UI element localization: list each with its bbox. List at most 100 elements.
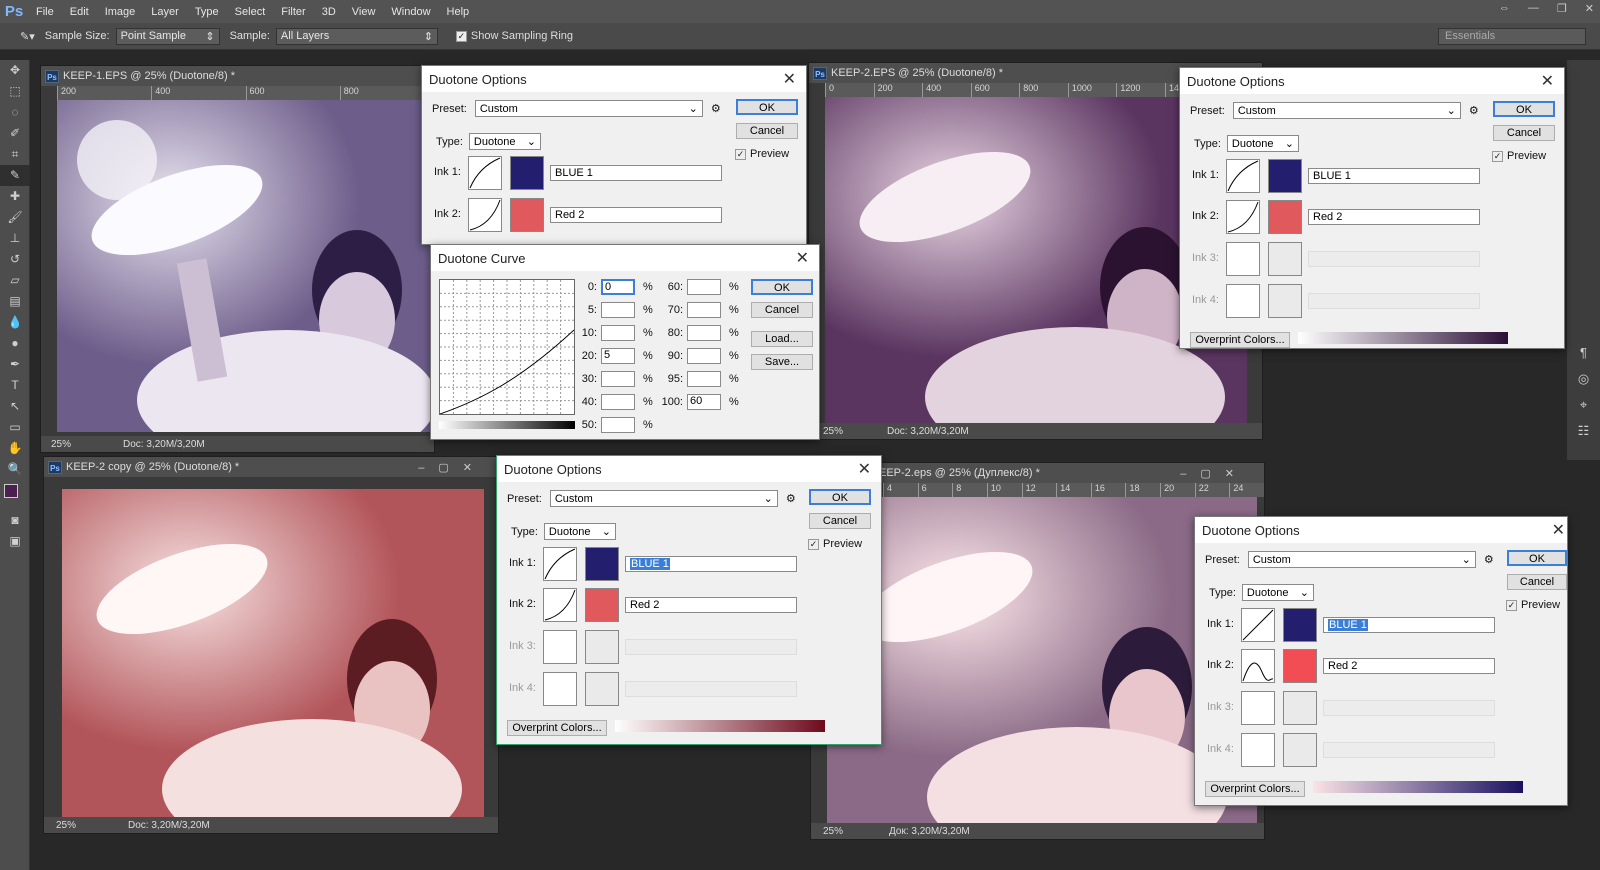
curve-field-input[interactable] (601, 325, 635, 341)
preset-select[interactable]: Custom ⌄ (1247, 551, 1476, 568)
preview-toggle[interactable]: ✓ Preview (1492, 150, 1546, 162)
panel-icon[interactable]: ¶ (1567, 340, 1600, 366)
curve-field-input[interactable] (601, 371, 635, 387)
checkbox-icon[interactable]: ✓ (735, 148, 746, 160)
ink1-name-field[interactable]: BLUE 1 (550, 165, 722, 181)
window-buttons[interactable]: –▢✕ (418, 461, 486, 474)
healing-tool-icon[interactable]: ✚ (0, 186, 30, 207)
ink1-name-field[interactable]: BLUE 1 (625, 556, 797, 572)
duotone-options-dialog-3[interactable]: Duotone Options ✕ Preset: Custom ⌄ ⚙ OK Ca… (496, 455, 882, 745)
zoom-level[interactable]: 25% (56, 820, 76, 831)
cancel-button[interactable]: Cancel (736, 123, 798, 139)
preview-toggle[interactable]: ✓ Preview (735, 148, 789, 160)
channels-icon[interactable]: ☷ (1567, 418, 1600, 444)
menu-type[interactable]: Type (187, 6, 227, 18)
preset-select[interactable]: Custom ⌄ (1232, 102, 1461, 119)
ink1-curve-button[interactable] (1226, 159, 1260, 193)
document-tab[interactable]: Ps KEEP-2 copy @ 25% (Duotone/8) * –▢✕ (44, 457, 498, 477)
photo-canvas[interactable] (62, 489, 484, 817)
curve-field-input[interactable] (601, 302, 635, 318)
window-buttons[interactable]: –▢✕ (1180, 467, 1248, 480)
document-tab[interactable]: Ps KEEP-1.EPS @ 25% (Duotone/8) * (41, 66, 434, 86)
menu-select[interactable]: Select (227, 6, 274, 18)
ink2-curve-button[interactable] (543, 588, 577, 622)
eyedropper-tool-icon[interactable]: ✎ (0, 165, 30, 186)
curve-field-input[interactable]: 5 (601, 348, 635, 364)
foreground-color-swatch[interactable] (4, 484, 18, 498)
gear-icon[interactable]: ⚙ (1469, 104, 1479, 117)
close-icon[interactable]: ✕ (796, 248, 809, 268)
overprint-colors-button[interactable]: Overprint Colors... (1205, 781, 1305, 797)
type-select[interactable]: Duotone ⌄ (1226, 135, 1299, 152)
curve-grid[interactable] (439, 280, 575, 415)
minimize-icon[interactable]: — (1528, 2, 1539, 15)
checkbox-icon[interactable]: ✓ (1492, 150, 1503, 162)
hand-tool-icon[interactable]: ✋ (0, 438, 30, 459)
sample-select[interactable]: All Layers ⇕ (275, 27, 438, 45)
ink1-curve-button[interactable] (468, 156, 502, 190)
preview-toggle[interactable]: ✓ Preview (808, 538, 862, 550)
menu-image[interactable]: Image (97, 6, 144, 18)
overprint-colors-button[interactable]: Overprint Colors... (507, 720, 607, 736)
menu-layer[interactable]: Layer (143, 6, 187, 18)
stamp-tool-icon[interactable]: ⊥ (0, 228, 30, 249)
ink2-curve-button[interactable] (468, 198, 502, 232)
type-select[interactable]: Duotone ⌄ (1241, 584, 1314, 601)
menu-window[interactable]: Window (383, 6, 438, 18)
ink1-name-field[interactable]: BLUE 1 (1308, 168, 1480, 184)
adjustments-icon[interactable]: ◎ (1567, 366, 1600, 392)
overprint-colors-button[interactable]: Overprint Colors... (1190, 332, 1290, 348)
curve-field-input[interactable] (687, 371, 721, 387)
preset-select[interactable]: Custom ⌄ (549, 490, 778, 507)
ink2-name-field[interactable]: Red 2 (550, 207, 722, 223)
ok-button[interactable]: OK (1507, 550, 1567, 566)
preset-select[interactable]: Custom ⌄ (474, 100, 703, 117)
screen-mode-icon[interactable]: ▣ (0, 531, 30, 552)
gradient-tool-icon[interactable]: ▤ (0, 291, 30, 312)
curve-field-input[interactable]: 60 (687, 394, 721, 410)
curve-graph[interactable] (439, 279, 575, 415)
curve-save-button[interactable]: Save... (751, 354, 813, 370)
curve-cancel-button[interactable]: Cancel (751, 302, 813, 318)
history-brush-icon[interactable]: ↺ (0, 249, 30, 270)
quick-select-tool-icon[interactable]: ✐ (0, 123, 30, 144)
ink2-color-swatch[interactable] (1283, 649, 1317, 683)
maximize-icon[interactable]: ❐ (1557, 2, 1567, 15)
shape-tool-icon[interactable]: ▭ (0, 417, 30, 438)
ink2-color-swatch[interactable] (510, 198, 544, 232)
type-tool-icon[interactable]: T (0, 375, 30, 396)
menu-edit[interactable]: Edit (62, 6, 97, 18)
curve-load-button[interactable]: Load... (751, 331, 813, 347)
gear-icon[interactable]: ⚙ (786, 492, 796, 505)
menu-filter[interactable]: Filter (273, 6, 313, 18)
ink2-name-field[interactable]: Red 2 (625, 597, 797, 613)
curve-field-input[interactable] (601, 417, 635, 433)
workspace-switcher[interactable]: Essentials (1438, 28, 1586, 45)
checkbox-icon[interactable]: ✓ (808, 538, 819, 550)
duotone-options-dialog-1[interactable]: Duotone Options ✕ Preset: Custom ⌄ ⚙ OK Ca… (421, 65, 807, 245)
zoom-tool-icon[interactable]: 🔍 (0, 459, 30, 480)
cancel-button[interactable]: Cancel (1493, 125, 1555, 141)
menu-file[interactable]: File (28, 6, 62, 18)
ink1-color-swatch[interactable] (1283, 608, 1317, 642)
duotone-options-dialog-4[interactable]: Duotone Options ✕ Preset: Custom ⌄ ⚙ OK Ca… (1194, 516, 1568, 806)
close-icon[interactable]: ✕ (858, 459, 871, 479)
curve-field-input[interactable]: 0 (601, 279, 635, 295)
ink2-name-field[interactable]: Red 2 (1308, 209, 1480, 225)
cancel-button[interactable]: Cancel (1507, 574, 1567, 590)
restore-arrows-icon[interactable]: ⇔ (1499, 2, 1510, 15)
document-window-keep2-copy[interactable]: Ps KEEP-2 copy @ 25% (Duotone/8) * –▢✕ 25… (43, 456, 499, 834)
menu-3d[interactable]: 3D (314, 6, 344, 18)
curve-field-input[interactable] (687, 279, 721, 295)
color-swatches[interactable] (0, 480, 29, 510)
curve-field-input[interactable] (687, 325, 721, 341)
ink1-curve-button[interactable] (1241, 608, 1275, 642)
ok-button[interactable]: OK (1493, 101, 1555, 117)
type-select[interactable]: Duotone ⌄ (468, 133, 541, 150)
gear-icon[interactable]: ⚙ (711, 102, 721, 115)
ink1-name-field[interactable]: BLUE 1 (1323, 617, 1495, 633)
ink2-name-field[interactable]: Red 2 (1323, 658, 1495, 674)
eraser-tool-icon[interactable]: ▱ (0, 270, 30, 291)
ink2-curve-button[interactable] (1241, 649, 1275, 683)
ink1-color-swatch[interactable] (510, 156, 544, 190)
